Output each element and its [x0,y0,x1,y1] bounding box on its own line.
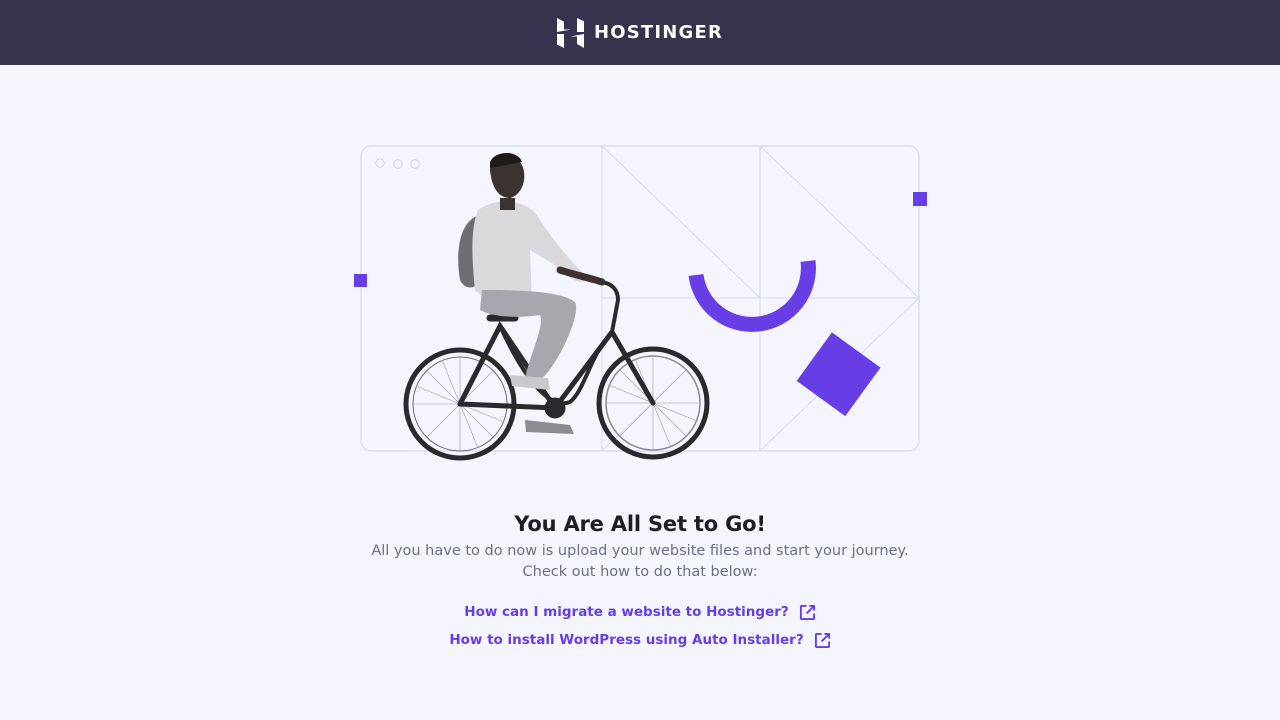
help-links: How can I migrate a website to Hostinger… [0,603,1280,650]
external-link-icon [814,632,830,649]
install-wordpress-link-label: How to install WordPress using Auto Inst… [449,632,804,648]
description-line-2: Check out how to do that below: [522,564,758,580]
grid-lines [601,145,920,452]
brand-name: HOSTINGER [593,22,724,43]
hostinger-logo-icon [556,17,584,48]
window-dot [375,158,385,168]
brand[interactable]: HOSTINGER [556,17,724,48]
accent-arc [688,260,816,332]
window-dot [410,159,420,169]
description-line-1: All you have to do now is upload your we… [371,543,909,559]
window-dot [393,159,403,169]
accent-square-right [913,192,927,206]
migrate-website-link-label: How can I migrate a website to Hostinger… [464,604,789,620]
page-title: You Are All Set to Go! [514,512,766,536]
cyclist-illustration [350,140,930,470]
top-header: HOSTINGER [0,0,1280,65]
illustration-canvas [354,145,927,461]
external-link-icon [799,604,815,621]
migrate-website-link[interactable]: How can I migrate a website to Hostinger… [464,603,815,622]
main-content: You Are All Set to Go! All you have to d… [0,508,1280,650]
install-wordpress-link[interactable]: How to install WordPress using Auto Inst… [449,631,830,650]
accent-square-left [354,274,367,287]
